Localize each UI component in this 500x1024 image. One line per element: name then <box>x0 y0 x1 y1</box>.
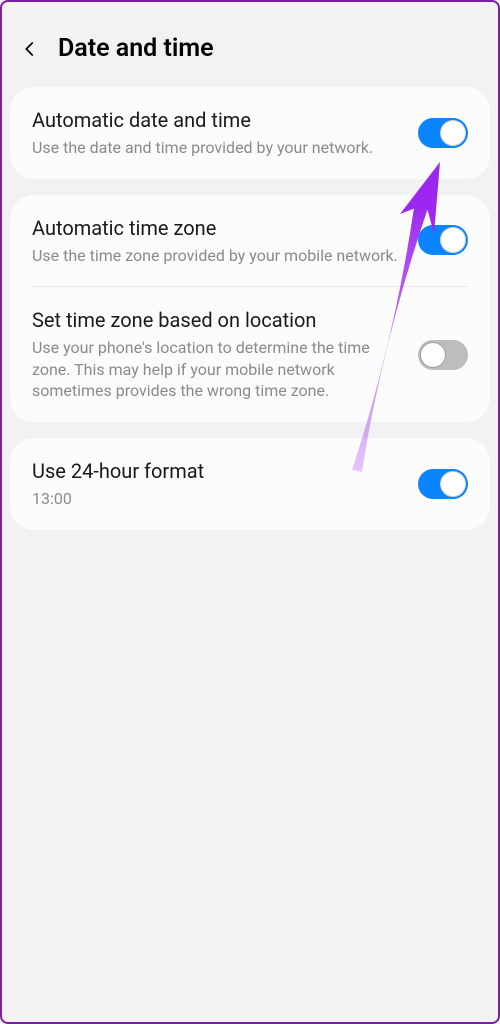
toggle-knob <box>420 342 446 368</box>
toggle-auto-timezone[interactable] <box>418 225 468 255</box>
row-title: Automatic time zone <box>32 215 402 241</box>
toggle-knob <box>440 120 466 146</box>
page-title: Date and time <box>58 34 214 63</box>
card-hour-format: Use 24-hour format 13:00 <box>10 438 490 530</box>
chevron-left-icon <box>21 40 39 58</box>
row-sub: Use your phone's location to determine t… <box>32 337 402 402</box>
row-title: Use 24-hour format <box>32 458 402 484</box>
toggle-24-hour[interactable] <box>418 469 468 499</box>
toggle-knob <box>440 227 466 253</box>
row-text: Set time zone based on location Use your… <box>32 307 402 402</box>
row-text: Automatic time zone Use the time zone pr… <box>32 215 402 267</box>
row-title: Set time zone based on location <box>32 307 402 333</box>
back-button[interactable] <box>18 37 42 61</box>
row-auto-datetime[interactable]: Automatic date and time Use the date and… <box>10 87 490 179</box>
toggle-tz-location[interactable] <box>418 340 468 370</box>
row-text: Automatic date and time Use the date and… <box>32 107 402 159</box>
card-auto-datetime: Automatic date and time Use the date and… <box>10 87 490 179</box>
row-sub: Use the time zone provided by your mobil… <box>32 245 402 267</box>
header: Date and time <box>10 10 490 87</box>
toggle-knob <box>440 471 466 497</box>
row-sub: 13:00 <box>32 488 402 510</box>
row-sub: Use the date and time provided by your n… <box>32 137 402 159</box>
row-title: Automatic date and time <box>32 107 402 133</box>
row-tz-location[interactable]: Set time zone based on location Use your… <box>10 287 490 422</box>
row-text: Use 24-hour format 13:00 <box>32 458 402 510</box>
card-timezone: Automatic time zone Use the time zone pr… <box>10 195 490 422</box>
toggle-auto-datetime[interactable] <box>418 118 468 148</box>
row-auto-timezone[interactable]: Automatic time zone Use the time zone pr… <box>10 195 490 287</box>
row-24-hour[interactable]: Use 24-hour format 13:00 <box>10 438 490 530</box>
